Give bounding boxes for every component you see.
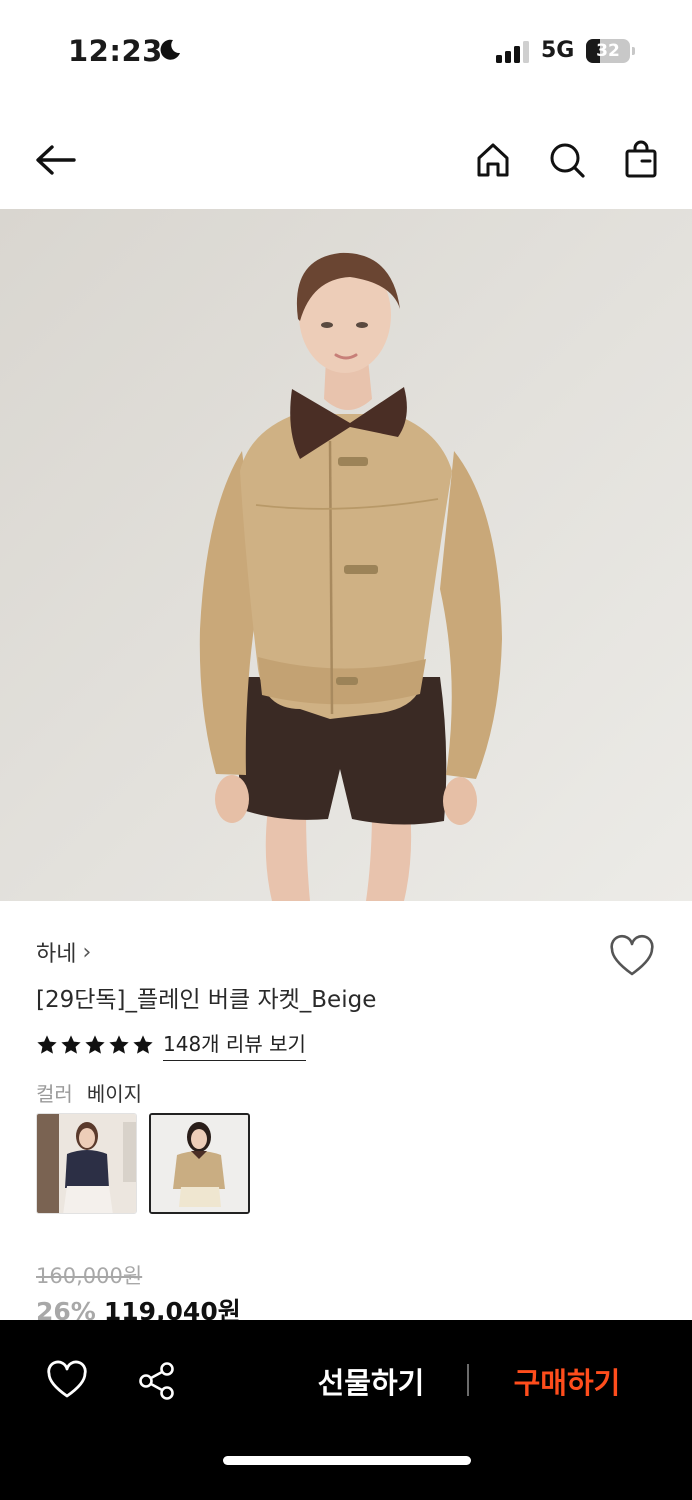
brand-name: 하네 — [36, 942, 77, 967]
product-title: [29단독]_플레인 버클 자켓_Beige — [36, 987, 377, 1013]
back-button[interactable] — [34, 138, 78, 182]
color-swatch-beige[interactable] — [149, 1113, 250, 1214]
option-label: 컬러 — [36, 1082, 73, 1106]
star-icon — [37, 1034, 57, 1054]
swatch-thumbnail — [151, 1115, 248, 1212]
color-swatches — [36, 1113, 250, 1214]
share-button[interactable] — [137, 1360, 177, 1402]
moon-icon — [160, 39, 180, 60]
search-icon — [550, 143, 585, 178]
original-price: 160,000원 — [36, 1264, 143, 1288]
star-icon — [61, 1034, 81, 1054]
model-photo — [0, 209, 692, 901]
heart-icon — [610, 934, 654, 976]
product-main-image[interactable] — [0, 209, 692, 901]
swatch-thumbnail — [37, 1114, 136, 1213]
rating-row: 148개 리뷰 보기 — [36, 1028, 306, 1061]
wishlist-button[interactable] — [608, 934, 656, 982]
cellular-signal-icon — [496, 41, 529, 63]
bottom-action-bar: 선물하기 구매하기 — [0, 1320, 692, 1500]
color-swatch-navy[interactable] — [36, 1113, 137, 1214]
buy-button[interactable]: 구매하기 — [492, 1358, 642, 1404]
cart-button[interactable] — [619, 138, 663, 182]
review-link[interactable]: 148개 리뷰 보기 — [163, 1028, 306, 1061]
search-button[interactable] — [545, 138, 589, 182]
battery-percent: 32 — [596, 41, 620, 61]
option-value: 베이지 — [86, 1082, 143, 1106]
home-indicator[interactable] — [223, 1456, 471, 1465]
status-bar: 12:23 5G 32 — [0, 0, 692, 100]
status-time: 12:23 — [68, 34, 163, 68]
chevron-right-icon: › — [82, 939, 92, 965]
star-icon — [133, 1034, 153, 1054]
heart-icon — [47, 1360, 87, 1398]
divider — [467, 1364, 469, 1396]
rating-stars — [36, 1034, 154, 1056]
star-icon — [109, 1034, 129, 1054]
star-icon — [85, 1034, 105, 1054]
shopping-bag-icon — [625, 140, 657, 178]
home-icon — [477, 143, 509, 177]
brand-link[interactable]: 하네 › — [36, 936, 91, 968]
network-type: 5G — [541, 38, 575, 63]
share-icon — [139, 1362, 174, 1400]
top-nav-bar — [0, 110, 692, 206]
battery-indicator: 32 — [586, 39, 636, 63]
color-option: 컬러 베이지 — [36, 1078, 142, 1107]
gift-button[interactable]: 선물하기 — [296, 1358, 446, 1404]
arrow-left-icon — [36, 145, 76, 175]
wishlist-button-bottom[interactable] — [46, 1360, 88, 1402]
home-button[interactable] — [471, 138, 515, 182]
